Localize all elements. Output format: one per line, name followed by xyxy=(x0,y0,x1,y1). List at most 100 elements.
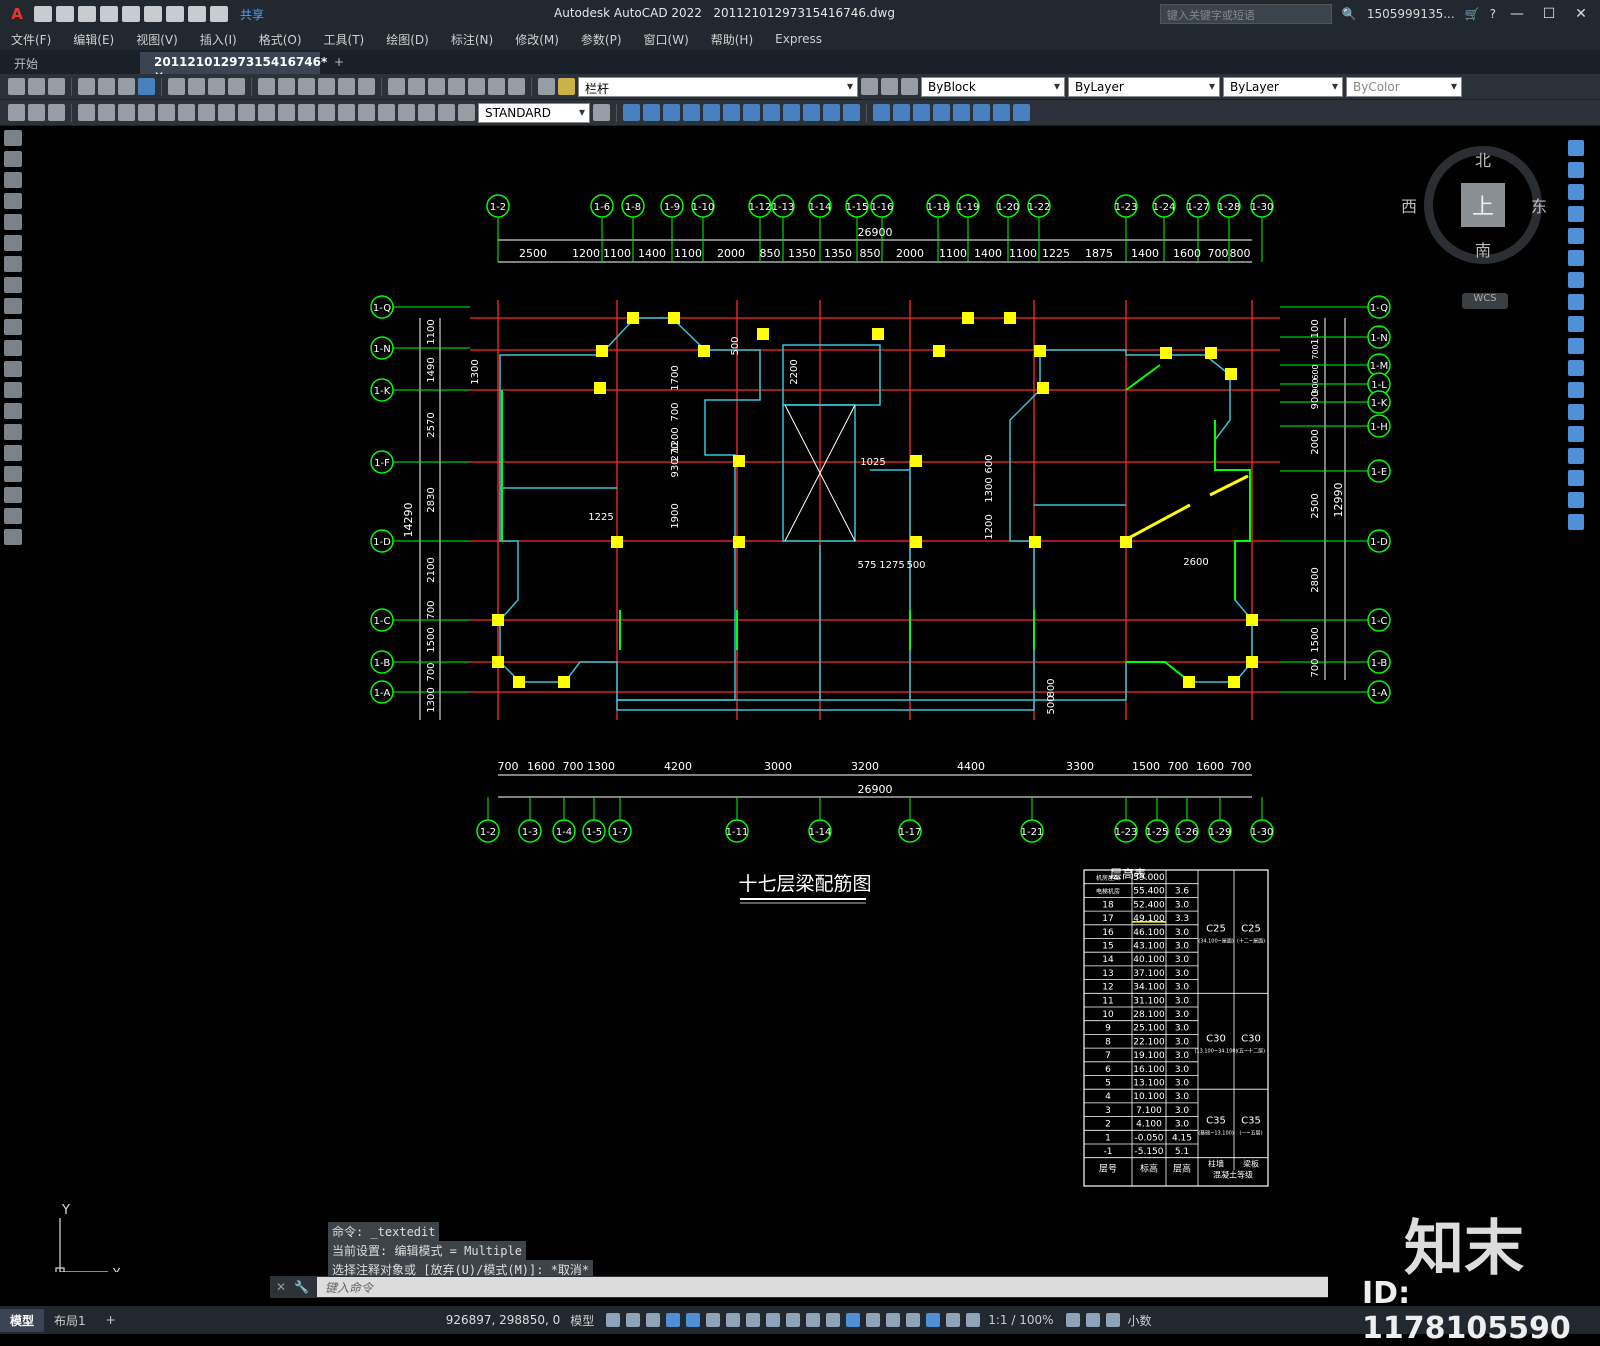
paste-icon[interactable] xyxy=(208,78,225,95)
solid-edit-icon-6[interactable] xyxy=(973,104,990,121)
solid-edit-icon-4[interactable] xyxy=(933,104,950,121)
modeling-icon-11[interactable] xyxy=(823,104,840,121)
redo-icon[interactable] xyxy=(210,6,228,22)
layer-properties-icon[interactable] xyxy=(538,78,555,95)
insert-block-icon[interactable] xyxy=(4,361,22,377)
match-icon[interactable] xyxy=(8,104,25,121)
coordinates-readout[interactable]: 926897, 298850, 0 xyxy=(446,1313,561,1327)
new-tab-button[interactable]: + xyxy=(320,52,358,74)
table-icon[interactable] xyxy=(4,487,22,503)
array-icon[interactable] xyxy=(1568,228,1584,244)
ellipse-arc-icon[interactable] xyxy=(4,340,22,356)
polar-icon[interactable] xyxy=(706,1313,721,1327)
menu-draw[interactable]: 绘图(D) xyxy=(375,31,440,48)
solid-edit-icon-3[interactable] xyxy=(913,104,930,121)
jogged-icon[interactable] xyxy=(178,104,195,121)
modeling-icon-6[interactable] xyxy=(723,104,740,121)
model-space-toggle[interactable]: 模型 xyxy=(570,1312,594,1329)
text-style-select[interactable]: STANDARD xyxy=(478,102,590,123)
undo-icon[interactable] xyxy=(258,78,275,95)
dim-update-icon[interactable] xyxy=(458,104,475,121)
menu-format[interactable]: 格式(O) xyxy=(248,31,313,48)
solid-edit-icon-1[interactable] xyxy=(873,104,890,121)
new-icon[interactable] xyxy=(34,6,52,22)
layer-on-icon[interactable] xyxy=(558,78,575,95)
baseline-icon[interactable] xyxy=(258,104,275,121)
viewcube-north[interactable]: 北 xyxy=(1475,147,1491,171)
solid-edit-icon-5[interactable] xyxy=(953,104,970,121)
menu-window[interactable]: 窗口(W) xyxy=(633,31,700,48)
mirror-icon[interactable] xyxy=(1568,184,1584,200)
viewcube[interactable]: 北 南 西 东 上 xyxy=(1401,146,1547,264)
region-icon[interactable] xyxy=(4,466,22,482)
properties-icon[interactable] xyxy=(388,78,405,95)
linetype-select[interactable]: ByLayer xyxy=(1068,76,1220,97)
open-icon[interactable] xyxy=(56,6,74,22)
edit-icon[interactable] xyxy=(28,104,45,121)
save-icon[interactable] xyxy=(48,78,65,95)
layer-state-icon[interactable] xyxy=(901,78,918,95)
line-icon[interactable] xyxy=(4,130,22,146)
menu-file[interactable]: 文件(F) xyxy=(0,31,62,48)
tolerance-icon[interactable] xyxy=(338,104,355,121)
pan-icon[interactable] xyxy=(298,78,315,95)
help-search-input[interactable]: 键入关键字或短语 xyxy=(1159,4,1332,24)
transparency-icon[interactable] xyxy=(806,1313,821,1327)
3d-osnap-icon[interactable] xyxy=(846,1313,861,1327)
chamfer-icon[interactable] xyxy=(1568,448,1584,464)
plotstyle-select[interactable]: ByColor xyxy=(1346,76,1462,97)
polyline-icon[interactable] xyxy=(4,172,22,188)
redo-icon[interactable] xyxy=(278,78,295,95)
rectangle-icon[interactable] xyxy=(4,214,22,230)
menu-express[interactable]: Express xyxy=(764,32,833,46)
preview-icon[interactable] xyxy=(98,78,115,95)
match-properties-icon[interactable] xyxy=(228,78,245,95)
dim-edit-icon[interactable] xyxy=(418,104,435,121)
undo-icon[interactable] xyxy=(188,6,206,22)
rotate-icon[interactable] xyxy=(1568,272,1584,288)
center-mark-icon[interactable] xyxy=(358,104,375,121)
quick-dim-icon[interactable] xyxy=(238,104,255,121)
modeling-icon-12[interactable] xyxy=(843,104,860,121)
move-icon[interactable] xyxy=(1568,250,1584,266)
menu-edit[interactable]: 编辑(E) xyxy=(62,31,125,48)
new-layout-button[interactable]: + xyxy=(96,1310,126,1330)
revcloud-icon[interactable] xyxy=(4,277,22,293)
make-block-icon[interactable] xyxy=(4,382,22,398)
dim-space-icon[interactable] xyxy=(298,104,315,121)
trim-icon[interactable] xyxy=(1568,338,1584,354)
layer-previous-icon[interactable] xyxy=(881,78,898,95)
copy-icon[interactable] xyxy=(1568,162,1584,178)
radius-icon[interactable] xyxy=(158,104,175,121)
auto-scale-icon[interactable] xyxy=(946,1313,961,1327)
tab-layout1[interactable]: 布局1 xyxy=(44,1309,96,1332)
close-button[interactable]: ✕ xyxy=(1570,6,1592,22)
workspace-gear-icon[interactable] xyxy=(1065,1313,1080,1327)
dim-style-icon[interactable] xyxy=(593,104,610,121)
offset-icon[interactable] xyxy=(1568,206,1584,222)
annotation-scale-icon[interactable] xyxy=(966,1313,981,1327)
infer-icon[interactable] xyxy=(646,1313,661,1327)
construction-line-icon[interactable] xyxy=(4,151,22,167)
inspect-icon[interactable] xyxy=(378,104,395,121)
save-as-icon[interactable] xyxy=(100,6,118,22)
3d-icon[interactable] xyxy=(138,78,155,95)
layer-select[interactable]: 栏杆 xyxy=(578,76,858,97)
design-center-icon[interactable] xyxy=(408,78,425,95)
user-name[interactable]: 1505999135... xyxy=(1367,7,1455,21)
arc-length-icon[interactable] xyxy=(118,104,135,121)
tab-drawing[interactable]: 20112101297315416746* ✕ xyxy=(140,52,327,83)
solid-edit-icon-7[interactable] xyxy=(993,104,1010,121)
customize-icon[interactable]: 🔧 xyxy=(294,1280,309,1294)
dim-text-edit-icon[interactable] xyxy=(438,104,455,121)
gradient-icon[interactable] xyxy=(4,445,22,461)
gizmo-icon[interactable] xyxy=(906,1313,921,1327)
arc-icon[interactable] xyxy=(4,235,22,251)
diameter-icon[interactable] xyxy=(198,104,215,121)
stretch-icon[interactable] xyxy=(1568,316,1584,332)
plot-icon[interactable] xyxy=(166,6,184,22)
layer-icon[interactable] xyxy=(48,104,65,121)
cut-icon[interactable] xyxy=(168,78,185,95)
lineweight-select[interactable]: ByLayer xyxy=(1223,76,1343,97)
markup-icon[interactable] xyxy=(468,78,485,95)
